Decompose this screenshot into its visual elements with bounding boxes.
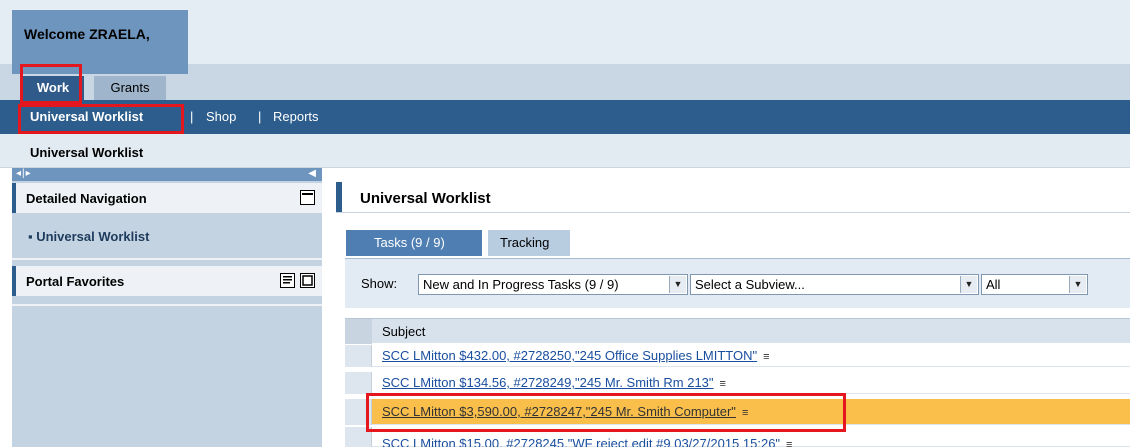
welcome-banner-extension <box>12 64 188 74</box>
details-icon[interactable]: ≡ <box>720 378 726 390</box>
maximize-icon[interactable] <box>300 273 315 288</box>
divider <box>12 304 322 306</box>
minimize-icon[interactable] <box>300 190 315 205</box>
subnav-separator: | <box>258 109 262 124</box>
task-subject-text[interactable]: SCC LMitton $432.00, #2728250,"245 Offic… <box>382 348 757 363</box>
minimize-glyph <box>302 193 313 195</box>
portal-favorites-title: Portal Favorites <box>26 274 125 289</box>
tab-tracking[interactable]: Tracking <box>488 230 570 256</box>
view-select-value: New and In Progress Tasks (9 / 9) <box>423 277 619 292</box>
subnav-separator: | <box>190 109 194 124</box>
filter-toolbar: Show: New and In Progress Tasks (9 / 9) … <box>345 258 1130 308</box>
subview-select[interactable]: Select a Subview... ▼ <box>690 274 979 295</box>
task-subject-link[interactable]: SCC LMitton $15.00, #2728245,"WF reject … <box>382 436 792 447</box>
list-glyph <box>283 276 292 284</box>
title-accent-bar <box>336 182 342 212</box>
chevron-down-icon[interactable]: ▼ <box>1069 276 1086 293</box>
task-subject-text[interactable]: SCC LMitton $15.00, #2728245,"WF reject … <box>382 436 780 447</box>
status-select[interactable]: All ▼ <box>981 274 1088 295</box>
grid-header: Subject <box>345 318 1130 344</box>
tab-grants[interactable]: Grants <box>94 76 166 100</box>
show-label: Show: <box>361 276 398 291</box>
divider <box>12 258 322 260</box>
divider <box>336 212 1130 213</box>
detailed-navigation-panel: ◂|▸ ◀ Detailed Navigation ▪ Universal Wo… <box>12 168 322 447</box>
chevron-down-icon[interactable]: ▼ <box>669 276 686 293</box>
select-all-column[interactable] <box>345 319 372 344</box>
tab-tasks[interactable]: Tasks (9 / 9) <box>346 230 482 256</box>
collapse-arrows-icon[interactable]: ◂|▸ <box>16 168 32 179</box>
subview-select-value: Select a Subview... <box>695 277 805 292</box>
welcome-banner: Welcome ZRAELA, <box>12 10 188 64</box>
detailed-navigation-title: Detailed Navigation <box>26 191 147 206</box>
list-options-icon[interactable] <box>280 273 295 288</box>
details-icon[interactable]: ≡ <box>786 439 792 447</box>
task-subject-text[interactable]: SCC LMitton $3,590.00, #2728247,"245 Mr.… <box>382 404 736 419</box>
tab-work[interactable]: Work <box>22 76 84 100</box>
subnav-universal-worklist[interactable]: Universal Worklist <box>30 109 143 124</box>
breadcrumb-text: Universal Worklist <box>30 145 144 160</box>
main-title-bar: Universal Worklist <box>336 182 1130 212</box>
table-row[interactable]: SCC LMitton $134.56, #2728249,"245 Mr. S… <box>345 372 1130 394</box>
row-selector[interactable] <box>345 372 372 394</box>
task-subject-link[interactable]: SCC LMitton $134.56, #2728249,"245 Mr. S… <box>382 375 726 390</box>
portal-favorites-header: Portal Favorites <box>12 266 322 296</box>
details-icon[interactable]: ≡ <box>763 351 769 363</box>
view-select[interactable]: New and In Progress Tasks (9 / 9) ▼ <box>418 274 688 295</box>
table-row[interactable]: SCC LMitton $432.00, #2728250,"245 Offic… <box>345 345 1130 367</box>
detailed-navigation-header: Detailed Navigation <box>12 183 322 213</box>
page-title: Universal Worklist <box>360 190 491 207</box>
table-row[interactable]: SCC LMitton $15.00, #2728245,"WF reject … <box>345 427 1130 447</box>
details-icon[interactable]: ≡ <box>742 407 748 419</box>
maximize-glyph <box>302 275 313 286</box>
nav-item-universal-worklist[interactable]: ▪ Universal Worklist <box>12 220 322 250</box>
row-selector[interactable] <box>345 399 372 425</box>
row-selector[interactable] <box>345 427 372 447</box>
table-row-selected[interactable]: SCC LMitton $3,590.00, #2728247,"245 Mr.… <box>345 399 1130 425</box>
column-header-subject[interactable]: Subject <box>382 324 425 339</box>
row-selector[interactable] <box>345 345 372 367</box>
task-subject-link[interactable]: SCC LMitton $3,590.00, #2728247,"245 Mr.… <box>382 404 748 419</box>
chevron-down-icon[interactable]: ▼ <box>960 276 977 293</box>
status-select-value: All <box>986 277 1001 292</box>
breadcrumb: Universal Worklist <box>0 134 1130 168</box>
nav-item-label: ▪ Universal Worklist <box>28 229 150 244</box>
welcome-text: Welcome ZRAELA, <box>24 26 150 42</box>
task-subject-link[interactable]: SCC LMitton $432.00, #2728250,"245 Offic… <box>382 348 770 363</box>
chevron-left-icon[interactable]: ◀ <box>308 168 316 179</box>
sub-navigation: Universal Worklist | Shop | Reports <box>0 100 1130 134</box>
panel-collapse-toggle[interactable]: ◂|▸ ◀ <box>12 168 322 181</box>
task-subject-text[interactable]: SCC LMitton $134.56, #2728249,"245 Mr. S… <box>382 375 714 390</box>
subnav-reports[interactable]: Reports <box>273 109 319 124</box>
subnav-shop[interactable]: Shop <box>206 109 236 124</box>
